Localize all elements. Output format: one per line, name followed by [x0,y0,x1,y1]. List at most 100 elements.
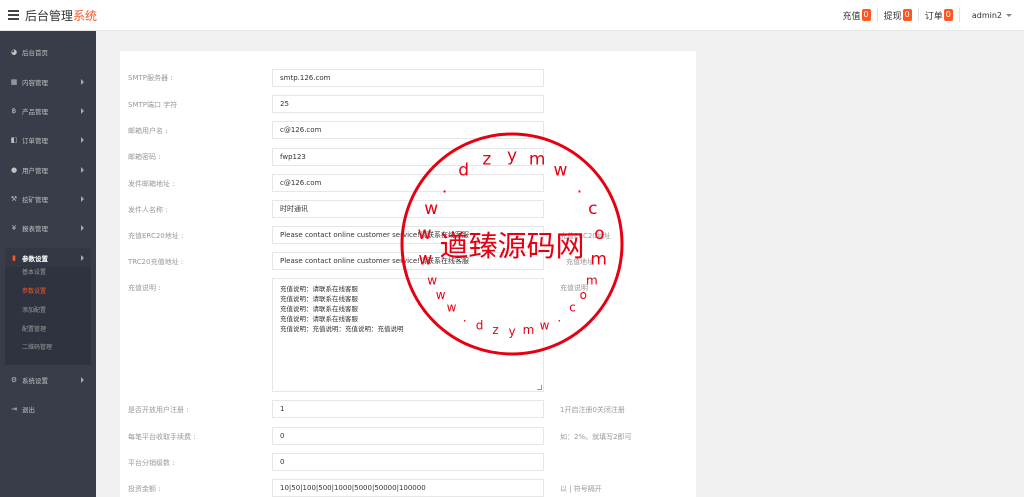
smtp-port-label: SMTP端口 字符 [128,101,178,109]
top-header: 后台管理系统 充值 0 提现 0 订单 0 admin2 [0,0,1024,31]
chevron-right-icon [81,377,84,383]
chevron-right-icon [81,196,84,202]
chevron-down-icon [1006,13,1012,17]
submenu-item[interactable]: 基本设置 [22,266,46,280]
product-icon: ฿ [11,107,17,115]
sidebar-item-mining[interactable]: ⚒ 挖矿管理 [0,188,96,210]
watermark-seal: 遒臻源码网 www.dz y mw.com www.d z y m w.com [400,132,624,356]
seal-ring-letter: . [577,177,582,197]
content-icon: ▦ [10,78,18,86]
invest-input[interactable]: 10|50|100|500|1000|5000|50000|100000 [272,479,544,497]
app-title: 后台管理系统 [25,9,98,23]
sidebar-item-label: 挖矿管理 [22,196,48,204]
report-icon: ¥ [11,224,17,232]
fee-input[interactable]: 0 [272,427,544,445]
sidebar-item-label: 后台首页 [22,49,48,57]
register-input[interactable]: 1 [272,400,544,418]
seal-ring-letter: z [492,323,498,337]
sidebar-item-user[interactable]: ● 用户管理 [0,159,96,181]
seal-ring-letter: o [580,288,587,302]
user-icon: ● [10,166,18,174]
resize-handle-icon[interactable] [537,385,542,390]
register-label: 是否开放用户注册 : [128,406,189,414]
header-actions: 充值 0 提现 0 订单 0 admin2 [837,7,1012,23]
logout-icon: ⇥ [11,405,17,413]
chevron-right-icon [81,167,84,173]
sidebar-item-logout[interactable]: ⇥ 退出 [0,398,96,420]
chevron-right-icon [81,225,84,231]
submenu-item[interactable]: 添加配置 [22,304,46,318]
erc20-label: 充值ERC20地址 : [128,232,184,240]
seal-ring-letter: m [529,150,546,170]
chevron-right-icon [81,137,84,143]
sidebar-item-label: 产品管理 [22,108,48,116]
sidebar-item-order[interactable]: ◧ 订单管理 [0,129,96,151]
seal-ring-letter: w [553,161,567,181]
submenu-item[interactable]: 参数设置 [22,285,46,299]
sidebar-item-label: 报表管理 [22,225,48,233]
sidebar-item-label: 退出 [22,406,35,414]
seal-ring-letter: d [458,161,469,181]
system-icon: ⚙ [10,376,18,384]
chevron-right-icon [81,79,84,85]
sidebar-item-label: 系统设置 [22,377,48,385]
trc20-label: TRC20充值地址 : [128,258,184,266]
sidebar-item-label: 订单管理 [22,137,48,145]
seal-ring-letter: w [427,274,437,288]
sidebar-item-label: 内容管理 [22,79,48,87]
seal-ring-letter: y [508,325,515,339]
seal-ring-letter: z [482,150,491,170]
seal-ring-letter: c [569,301,576,315]
mining-icon: ⚒ [10,195,18,203]
smtp-server-label: SMTP服务器 : [128,74,173,82]
chevron-right-icon [81,255,84,261]
mail-user-label: 邮箱用户名 : [128,127,168,135]
menu-toggle-icon[interactable] [8,10,19,20]
seal-ring-letter: w [424,199,438,219]
register-hint: 1开启注册0关闭注册 [560,406,625,414]
admin-menu[interactable]: admin2 [966,11,1012,20]
levels-input[interactable]: 0 [272,453,544,471]
invest-label: 投资金额 : [128,485,161,493]
seal-ring-letter: . [463,311,467,325]
levels-label: 平台分销级数 : [128,459,175,467]
chevron-right-icon [81,108,84,114]
recharge-link[interactable]: 充值 0 [843,9,871,22]
seal-ring-letter: w [540,318,550,332]
seal-ring-letter: w [436,288,446,302]
seal-ring-letter: w [418,249,432,269]
sidebar-item-settings[interactable]: ▮ 参数设置 [5,247,91,269]
submenu-item[interactable]: 配置管理 [22,323,46,337]
seal-ring-letter: m [586,274,598,288]
seal-ring-letter: . [442,177,447,197]
seal-ring-letter: c [588,199,597,219]
seal-ring-letter: d [476,318,484,332]
invest-hint: 以 | 符号隔开 [560,485,602,493]
smtp-server-input[interactable]: smtp.126.com [272,69,544,87]
settings-icon: ▮ [12,254,16,262]
seal-ring-letter: . [557,311,561,325]
withdraw-badge: 0 [902,9,912,21]
sidebar-item-system[interactable]: ⚙ 系统设置 [0,369,96,391]
seal-ring-letter: w [447,301,457,315]
withdraw-link[interactable]: 提现 0 [884,9,912,22]
seal-center-text: 遒臻源码网 [439,229,584,263]
submenu-item[interactable]: 二维码管理 [22,341,52,355]
sidebar-item-content[interactable]: ▦ 内容管理 [0,71,96,93]
fee-label: 每笔平台收取手续费 : [128,433,196,441]
recharge-desc-label: 充值说明 : [128,284,161,292]
dashboard-icon: ◕ [10,48,18,56]
order-link[interactable]: 订单 0 [925,9,953,22]
seal-ring-letter: w [418,224,432,244]
seal-ring-letter: o [594,224,604,244]
order-badge: 0 [943,9,953,21]
sidebar-item-dashboard[interactable]: ◕ 后台首页 [0,41,96,63]
sidebar-item-label: 参数设置 [22,255,48,263]
seal-ring-letter: m [523,323,535,337]
sender-address-label: 发件邮箱地址 : [128,180,175,188]
smtp-port-input[interactable]: 25 [272,95,544,113]
sidebar-item-product[interactable]: ฿ 产品管理 [0,100,96,122]
fee-hint: 如：2%。就填写2即可 [560,433,632,441]
seal-ring-letter: m [590,249,607,269]
sidebar-item-report[interactable]: ¥ 报表管理 [0,217,96,239]
